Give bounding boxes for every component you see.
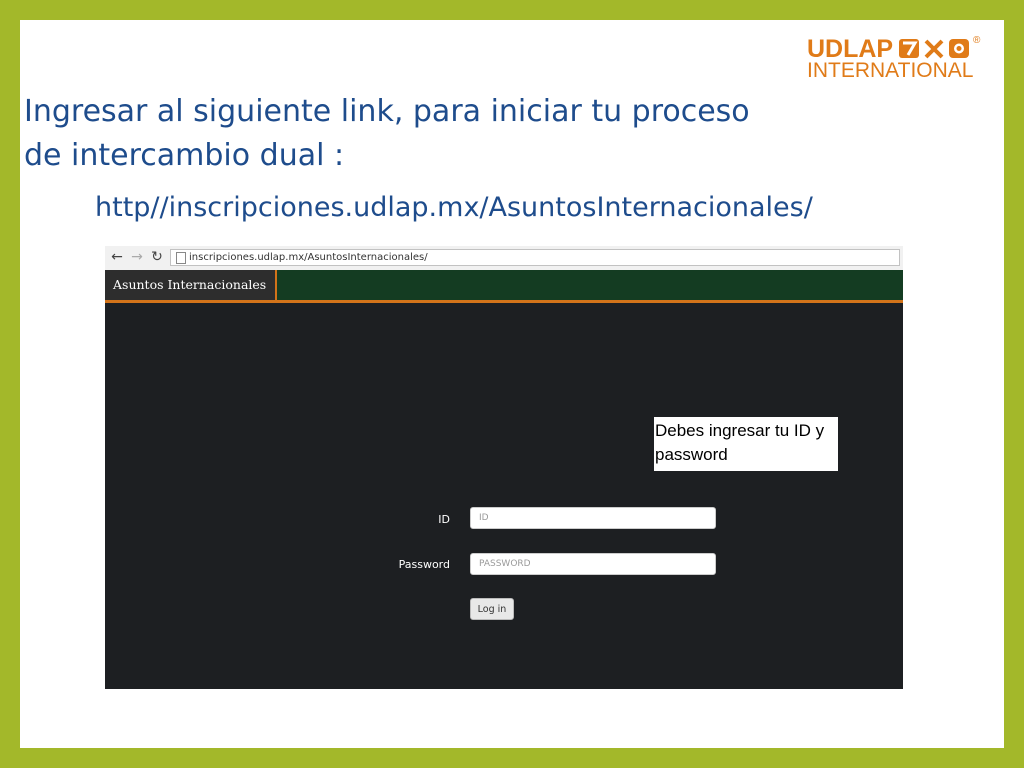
note-line-1: Debes ingresar tu ID y — [655, 421, 825, 440]
logo-international-text: INTERNATIONAL — [807, 59, 974, 82]
page-icon — [176, 252, 186, 264]
slide: UDLAP ® INTERNATIONAL Ingresar al siguie… — [20, 20, 1004, 748]
browser-toolbar: ← → ↻ inscripciones.udlap.mx/AsuntosInte… — [105, 246, 903, 271]
address-bar[interactable]: inscripciones.udlap.mx/AsuntosInternacio… — [170, 249, 900, 266]
slide-heading: Ingresar al siguiente link, para iniciar… — [24, 90, 824, 178]
login-button[interactable]: Log in — [470, 598, 514, 620]
logo-emblem-icon — [899, 39, 969, 59]
back-arrow-icon[interactable]: ← — [109, 248, 125, 266]
heading-line-1: Ingresar al siguiente link, para iniciar… — [24, 94, 750, 129]
heading-line-2: de intercambio dual : — [24, 138, 345, 173]
reload-icon[interactable]: ↻ — [149, 248, 165, 266]
instruction-note: Debes ingresar tu ID y password — [654, 417, 838, 471]
registration-url: http//inscripciones.udlap.mx/AsuntosInte… — [95, 192, 813, 223]
id-label: ID — [438, 513, 450, 526]
note-line-2: password — [655, 445, 728, 464]
password-label: Password — [398, 558, 450, 571]
address-text: inscripciones.udlap.mx/AsuntosInternacio… — [189, 252, 428, 263]
password-input[interactable] — [470, 553, 716, 575]
site-brand-link[interactable]: Asuntos Internacionales — [105, 270, 277, 300]
forward-arrow-icon[interactable]: → — [129, 248, 145, 266]
site-navbar: Asuntos Internacionales — [105, 270, 903, 303]
logo-registered-mark: ® — [973, 35, 981, 46]
id-input[interactable] — [470, 507, 716, 529]
browser-screenshot: ← → ↻ inscripciones.udlap.mx/AsuntosInte… — [105, 246, 903, 689]
udlap-international-logo: UDLAP ® INTERNATIONAL — [807, 35, 982, 81]
